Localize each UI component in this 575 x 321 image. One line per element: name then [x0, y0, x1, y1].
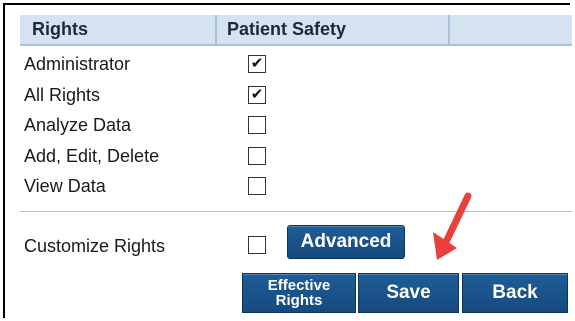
advanced-button[interactable]: Advanced — [287, 225, 405, 259]
right-row-administrator: Administrator — [24, 49, 324, 80]
right-row-analyze-data: Analyze Data — [24, 110, 324, 141]
section-divider — [20, 211, 572, 212]
right-row-all-rights: All Rights — [24, 80, 324, 111]
rights-table-header: Rights Patient Safety — [20, 15, 572, 46]
right-label-analyze-data: Analyze Data — [24, 115, 132, 135]
right-row-view-data: View Data — [24, 171, 324, 202]
red-arrow-icon — [433, 192, 472, 260]
right-row-add-edit-delete: Add, Edit, Delete — [24, 141, 324, 172]
effective-rights-label-line1: Effective — [267, 277, 331, 294]
header-empty-cell — [450, 15, 572, 44]
checkbox-add-edit-delete[interactable] — [248, 146, 266, 165]
customize-rights-label: Customize Rights — [24, 236, 166, 256]
header-rights: Rights — [20, 15, 217, 44]
right-label-all-rights: All Rights — [24, 84, 101, 105]
save-button[interactable]: Save — [358, 273, 459, 313]
effective-rights-label-line2: Rights — [275, 292, 323, 309]
checkbox-view-data[interactable] — [248, 177, 266, 195]
rights-list: Administrator All Rights Analyze Data Ad… — [24, 49, 324, 202]
effective-rights-button[interactable]: Effective Rights — [242, 273, 356, 313]
right-label-administrator: Administrator — [24, 54, 131, 74]
checkbox-all-rights[interactable] — [248, 85, 266, 104]
checkbox-administrator[interactable] — [248, 55, 266, 73]
customize-rights-row: Customize Rights — [24, 231, 324, 261]
checkbox-analyze-data[interactable] — [248, 116, 266, 134]
right-label-add-edit-delete: Add, Edit, Delete — [24, 145, 160, 166]
header-patient-safety: Patient Safety — [217, 15, 450, 44]
back-button[interactable]: Back — [462, 273, 568, 313]
right-label-view-data: View Data — [24, 176, 106, 196]
checkbox-customize-rights[interactable] — [248, 236, 266, 254]
